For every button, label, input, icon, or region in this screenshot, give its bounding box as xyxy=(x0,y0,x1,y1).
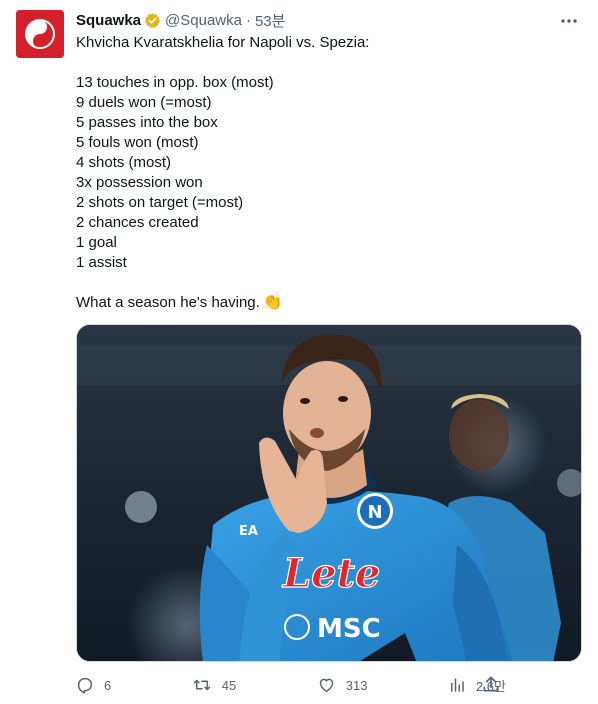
svg-text:N: N xyxy=(367,502,382,523)
retweet-count: 45 xyxy=(221,677,237,693)
views-icon xyxy=(450,678,464,692)
tweet-line: 5 fouls won (most) xyxy=(76,134,199,151)
heart-icon xyxy=(319,678,333,693)
sponsor-logo: Lete xyxy=(282,550,381,597)
tweet-line: 13 touches in opp. box (most) xyxy=(76,74,274,91)
clapping-hands-emoji: 👏 xyxy=(262,294,283,311)
secondary-sponsor-logo: MSC xyxy=(317,614,381,644)
like-button[interactable]: 313 xyxy=(317,676,368,694)
action-bar: 6 45 313 2.6만 xyxy=(76,672,506,698)
reply-count: 6 xyxy=(104,677,112,693)
closing-line: What a season he's having. 👏 xyxy=(76,293,582,313)
closing-text: What a season he's having. xyxy=(76,294,260,311)
share-icon xyxy=(483,676,499,692)
tweet-header: Squawka @Squawka · 53분 xyxy=(76,10,285,30)
tweet-line: 2 shots on target (=most) xyxy=(76,194,244,211)
tweet-line: Khvicha Kvaratskhelia for Napoli vs. Spe… xyxy=(76,34,370,51)
reply-icon xyxy=(77,677,93,694)
author-handle[interactable]: @Squawka xyxy=(165,12,242,29)
more-icon[interactable] xyxy=(558,12,580,30)
tweet-line: 2 chances created xyxy=(76,214,199,231)
kit-maker-logo: EA xyxy=(239,524,258,539)
verified-badge-icon[interactable] xyxy=(144,12,161,29)
separator-dot: · xyxy=(245,11,251,29)
tweet-line: 3x possession won xyxy=(76,174,203,191)
tweet-line: 1 assist xyxy=(76,254,127,271)
author-name[interactable]: Squawka xyxy=(76,12,141,29)
retweet-button[interactable]: 45 xyxy=(192,676,236,694)
like-count: 313 xyxy=(345,677,368,693)
avatar[interactable] xyxy=(16,10,64,58)
timestamp[interactable]: 53분 xyxy=(255,10,286,31)
tweet-line: 1 goal xyxy=(76,234,117,251)
reply-button[interactable]: 6 xyxy=(76,676,111,694)
tweet-line: 4 shots (most) xyxy=(76,154,172,171)
tweet-line: 5 passes into the box xyxy=(76,114,218,131)
tweet-line xyxy=(76,273,582,293)
football-player-photo[interactable]: N EA Lete MSC xyxy=(76,324,582,662)
tweet-text: Khvicha Kvaratskhelia for Napoli vs. Spe… xyxy=(76,33,582,313)
share-button[interactable] xyxy=(481,674,501,699)
retweet-icon xyxy=(193,679,210,691)
tweet-line: 9 duels won (=most) xyxy=(76,94,212,111)
tweet-line xyxy=(76,53,582,73)
